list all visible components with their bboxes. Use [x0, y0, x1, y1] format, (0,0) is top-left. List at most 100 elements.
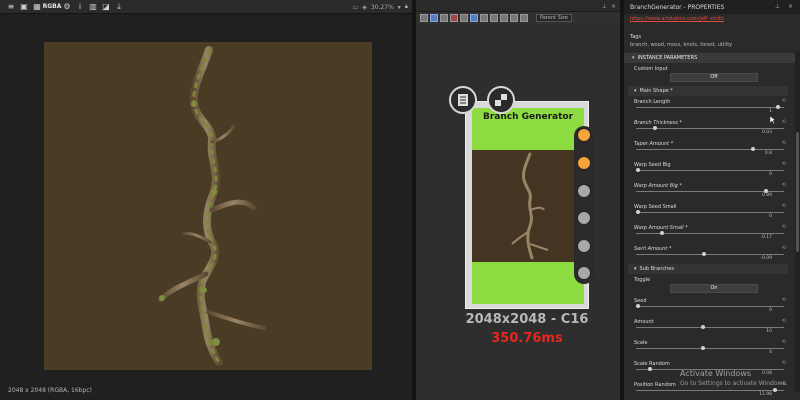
output-port-4[interactable]	[577, 211, 591, 225]
param-label: Taper Amount *	[634, 141, 674, 147]
graph-snap-icon[interactable]	[480, 14, 488, 22]
sub-branches-toggle[interactable]: On	[670, 284, 758, 293]
param-value[interactable]: 0.08	[762, 371, 772, 376]
reset-icon[interactable]: ⟲	[782, 339, 786, 345]
slider-knob[interactable]	[700, 325, 705, 329]
reset-icon[interactable]: ⟲	[782, 360, 786, 366]
param-value[interactable]: 0	[769, 172, 772, 177]
lock-icon[interactable]: 🔒︎	[405, 3, 408, 11]
param-slider[interactable]	[636, 105, 784, 109]
param-value[interactable]: 0.8	[765, 151, 772, 156]
param-slider[interactable]	[636, 147, 784, 151]
reset-icon[interactable]: ⟲	[782, 140, 786, 146]
slider-knob[interactable]	[660, 231, 665, 235]
node-preview-icon[interactable]	[487, 86, 515, 114]
slider-knob[interactable]	[751, 147, 756, 151]
param-value[interactable]: 10	[766, 329, 772, 334]
reset-icon[interactable]: ⟲	[782, 119, 786, 125]
param-slider[interactable]	[636, 126, 784, 130]
reset-icon[interactable]: ⟲	[782, 98, 786, 104]
texture-canvas[interactable]	[44, 42, 372, 370]
image-icon[interactable]: ▣	[19, 2, 29, 12]
node-info-icon[interactable]	[449, 86, 477, 114]
output-port-5[interactable]	[577, 239, 591, 253]
slider-knob[interactable]	[772, 388, 777, 392]
tags-value[interactable]: branch, wood, moss, knots, forest, utili…	[630, 42, 732, 48]
graph-frame-icon[interactable]	[440, 14, 448, 22]
slider-knob[interactable]	[775, 105, 780, 109]
reset-icon[interactable]: ⟲	[782, 161, 786, 167]
export-icon[interactable]: ⤓	[114, 2, 124, 12]
param-slider[interactable]	[636, 252, 784, 256]
main-shape-header[interactable]: ▾ Main Shape *	[628, 86, 788, 96]
collapse-arrow-icon: ▾	[634, 88, 637, 94]
output-port-3[interactable]	[577, 184, 591, 198]
param-value[interactable]: 4	[769, 350, 772, 355]
slider-knob[interactable]	[702, 252, 707, 256]
checker-icon[interactable]: ▦	[32, 2, 42, 12]
slider-knob[interactable]	[636, 304, 640, 308]
branch-generator-node[interactable]: Branch Generator	[465, 101, 589, 309]
pin-icon[interactable]: ⊥	[602, 3, 607, 10]
param-slider[interactable]	[636, 168, 784, 172]
zoom-dropdown-icon[interactable]: ▾	[398, 4, 401, 11]
slider-knob[interactable]	[700, 346, 705, 350]
reset-icon[interactable]: ⟲	[782, 182, 786, 188]
param-value[interactable]: 0	[769, 214, 772, 219]
toggle-label: Toggle	[634, 277, 651, 283]
author-url-link[interactable]: https://www.artstation.com/jeff_smith	[630, 16, 724, 22]
param-slider[interactable]	[636, 346, 784, 350]
reset-icon[interactable]: ⟲	[782, 224, 786, 230]
graph-tool-icon[interactable]	[420, 14, 428, 22]
reset-icon[interactable]: ⟲	[782, 203, 786, 209]
zoom-level[interactable]: 30.27%	[371, 4, 394, 11]
slider-knob[interactable]	[636, 168, 640, 172]
reset-icon[interactable]: ⟲	[782, 297, 786, 303]
close-icon[interactable]: ×	[611, 3, 616, 10]
graph-select-icon[interactable]	[430, 14, 438, 22]
scrollbar-thumb[interactable]	[796, 132, 799, 252]
param-slider[interactable]	[636, 189, 784, 193]
param-value[interactable]: 0.89	[762, 193, 772, 198]
slider-knob[interactable]	[647, 367, 652, 371]
param-value[interactable]: 1	[769, 109, 772, 114]
fit-icon[interactable]: ◈	[362, 4, 367, 11]
custom-input-toggle[interactable]: Off	[670, 73, 758, 82]
param-value[interactable]: -0.09	[760, 256, 772, 261]
reset-icon[interactable]: ⟲	[782, 245, 786, 251]
param-slider[interactable]	[636, 325, 784, 329]
properties-scrollbar[interactable]	[795, 52, 800, 392]
graph-pin-icon[interactable]	[510, 14, 518, 22]
graph-align-icon[interactable]	[470, 14, 478, 22]
graph-link-icon[interactable]	[490, 14, 498, 22]
graph-output-icon[interactable]	[520, 14, 528, 22]
output-port-1[interactable]	[577, 128, 591, 142]
frame-icon[interactable]: ▭	[353, 4, 359, 11]
display-icon[interactable]: ◪	[101, 2, 111, 12]
param-value[interactable]: 11.98	[759, 392, 772, 397]
parent-size-dropdown[interactable]: Parent Size	[536, 14, 572, 22]
param-slider[interactable]	[636, 210, 784, 214]
reset-icon[interactable]: ⟲	[782, 318, 786, 324]
layers-icon[interactable]: ≡	[6, 2, 16, 12]
graph-color-icon[interactable]	[450, 14, 458, 22]
histogram-icon[interactable]: ▥	[88, 2, 98, 12]
graph-comment-icon[interactable]	[500, 14, 508, 22]
param-slider[interactable]	[636, 388, 784, 392]
param-value[interactable]: 0	[769, 308, 772, 313]
slider-knob[interactable]	[636, 210, 640, 214]
graph-grid-icon[interactable]	[460, 14, 468, 22]
param-value[interactable]: 0.03	[762, 130, 772, 135]
output-port-2[interactable]	[577, 156, 591, 170]
param-value[interactable]: 0.17	[762, 235, 772, 240]
rgba-channel-icon[interactable]: RGBA	[43, 2, 62, 12]
param-slider[interactable]	[636, 231, 784, 235]
output-port-6[interactable]	[577, 266, 591, 280]
slider-knob[interactable]	[653, 126, 658, 130]
instance-parameters-header[interactable]: ▾ INSTANCE PARAMETERS	[624, 53, 800, 63]
settings-icon[interactable]: ⚙	[62, 2, 72, 12]
properties-window-controls[interactable]: ⊥ ×	[775, 3, 796, 10]
param-slider[interactable]	[636, 304, 784, 308]
sub-branches-header[interactable]: ▾ Sub Branches	[628, 264, 788, 274]
info-icon[interactable]: i	[75, 2, 85, 12]
